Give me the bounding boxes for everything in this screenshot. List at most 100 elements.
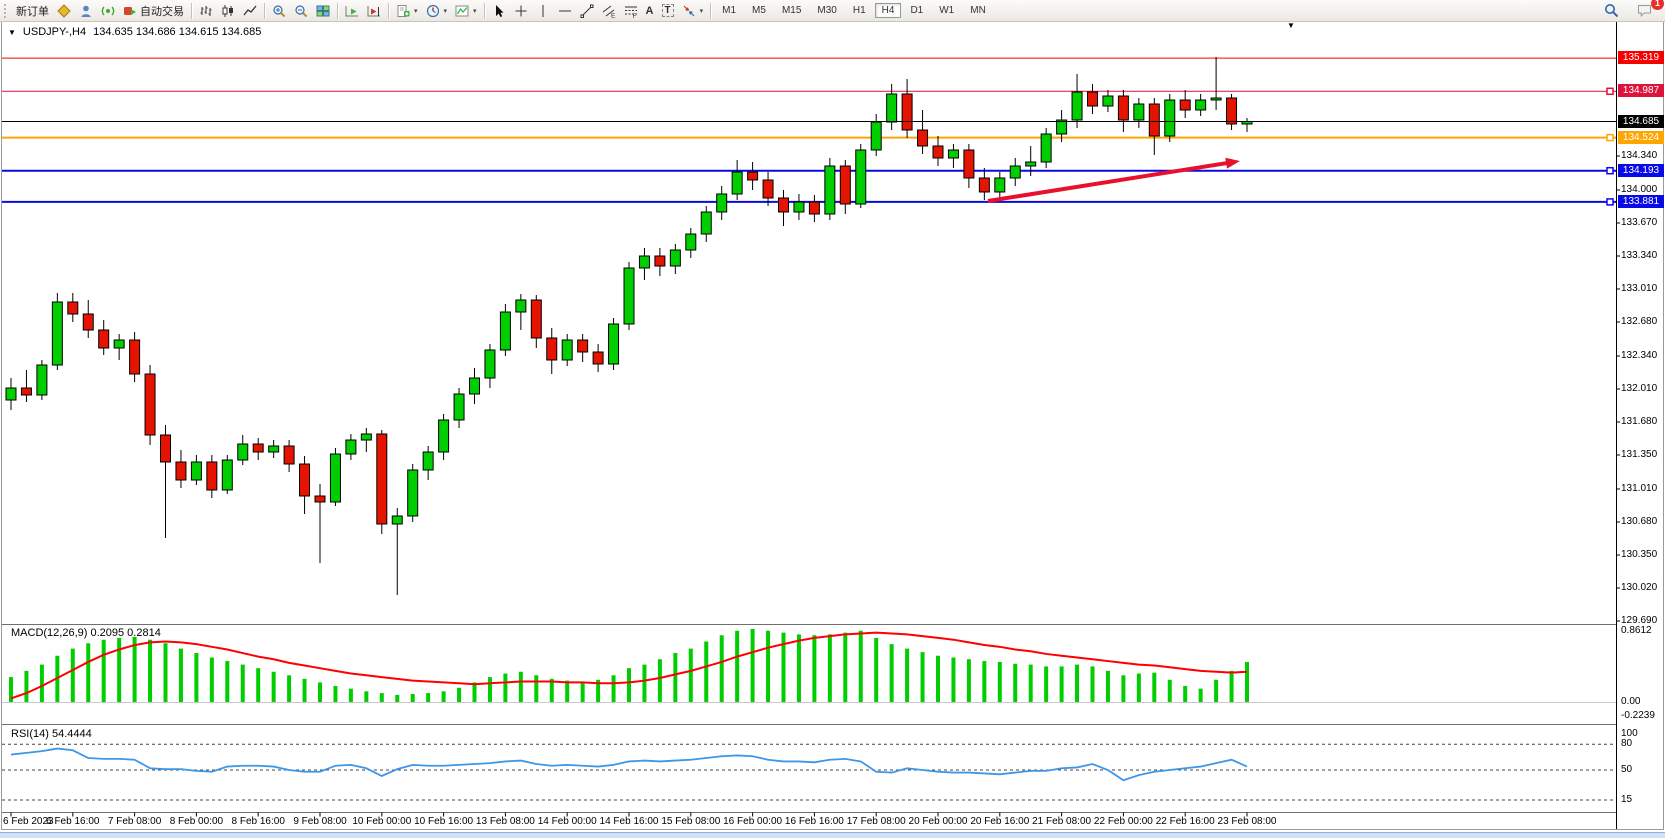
timeframe-m15-button[interactable]: M15 [775, 3, 808, 18]
price-tick-label: 132.340 [1621, 350, 1665, 361]
new-order-label: 新订单 [16, 3, 49, 19]
candlestick-chart-icon [221, 4, 235, 18]
time-axis-label: 14 Feb 00:00 [538, 816, 597, 827]
text-tool-icon: A [646, 5, 654, 17]
rsi-scale-label: 50 [1621, 764, 1665, 775]
vertical-line-button[interactable] [532, 2, 554, 20]
fibonacci-icon: F [624, 4, 638, 18]
price-line-label: 133.881 [1618, 195, 1664, 208]
time-axis-label: 10 Feb 00:00 [352, 816, 411, 827]
toolbar-separator [191, 3, 192, 19]
timeframe-group: M1M5M15M30H1H4D1W1MN [714, 3, 994, 18]
text-button[interactable]: A [642, 3, 658, 19]
search-icon [1604, 3, 1619, 18]
chevron-down-icon: ▾ [473, 7, 477, 15]
symbol-dropdown-icon[interactable]: ▼ [8, 28, 16, 37]
channel-letter: E [611, 12, 616, 18]
chart-canvas[interactable] [0, 0, 1665, 837]
timeframe-w1-button[interactable]: W1 [932, 3, 961, 18]
time-axis-label: 20 Feb 00:00 [909, 816, 968, 827]
timeframe-h1-button[interactable]: H1 [846, 3, 873, 18]
time-axis-label: 16 Feb 00:00 [723, 816, 782, 827]
bar-chart-button[interactable] [195, 2, 217, 20]
macd-scale-label: -0.2239 [1621, 710, 1665, 721]
toolbar-separator [710, 3, 711, 19]
time-axis-label: 22 Feb 16:00 [1156, 816, 1215, 827]
fibonacci-letter: F [632, 13, 636, 18]
tile-windows-button[interactable] [312, 2, 334, 20]
rsi-indicator-label: RSI(14) 54.4444 [11, 728, 92, 740]
time-axis-label: 7 Feb 08:00 [108, 816, 161, 827]
crosshair-icon [514, 4, 528, 18]
toolbar-separator [484, 3, 485, 19]
line-chart-button[interactable] [239, 2, 261, 20]
price-tick-label: 134.340 [1621, 150, 1665, 161]
new-chart-button[interactable]: ▾ [392, 2, 422, 20]
time-axis-label: 13 Feb 08:00 [476, 816, 535, 827]
trader-button[interactable] [75, 2, 97, 20]
horizontal-line-icon [558, 4, 572, 18]
chart-shift-icon [367, 4, 381, 18]
price-tick-label: 131.010 [1621, 483, 1665, 494]
channel-icon: E [602, 4, 616, 18]
signals-button[interactable] [97, 2, 119, 20]
profile-button[interactable] [53, 2, 75, 20]
price-tick-label: 133.340 [1621, 250, 1665, 261]
auto-scroll-button[interactable] [341, 2, 363, 20]
timeframe-h4-button[interactable]: H4 [875, 3, 902, 18]
chart-shift-button[interactable] [363, 2, 385, 20]
chart-title: ▼ USDJPY-,H4 134.635 134.686 134.615 134… [8, 26, 261, 38]
zoom-in-button[interactable] [268, 2, 290, 20]
price-tick-label: 132.680 [1621, 316, 1665, 327]
search-button[interactable] [1600, 1, 1623, 20]
timeframe-m30-button[interactable]: M30 [810, 3, 843, 18]
time-axis-label: 6 Feb 16:00 [46, 816, 99, 827]
macd-scale-label: 0.8612 [1621, 625, 1665, 636]
zoom-out-button[interactable] [290, 2, 312, 20]
channel-button[interactable]: E [598, 2, 620, 20]
price-tick-label: 132.010 [1621, 383, 1665, 394]
new-chart-icon [396, 4, 410, 18]
auto-scroll-icon [345, 4, 359, 18]
cursor-button[interactable] [488, 2, 510, 20]
price-tick-label: 133.010 [1621, 283, 1665, 294]
price-tick-label: 130.020 [1621, 582, 1665, 593]
vertical-line-icon [536, 4, 550, 18]
rsi-scale-label: 15 [1621, 794, 1665, 805]
price-line-label: 134.524 [1618, 131, 1664, 144]
chart-ohlc-values: 134.635 134.686 134.615 134.685 [93, 26, 261, 38]
crosshair-button[interactable] [510, 2, 532, 20]
notifications-button[interactable]: 1 [1633, 1, 1657, 20]
cursor-icon [492, 4, 506, 18]
candlestick-chart-button[interactable] [217, 2, 239, 20]
clock-button[interactable]: ▾ [422, 2, 452, 20]
macd-scale-label: 0.00 [1621, 696, 1665, 707]
indicators-button[interactable]: ▾ [451, 2, 481, 20]
bottom-scrollbar[interactable] [0, 832, 1665, 838]
timeframe-m5-button[interactable]: M5 [745, 3, 773, 18]
gold-diamond-icon [57, 4, 71, 18]
trendline-button[interactable] [576, 2, 598, 20]
time-axis-label: 8 Feb 16:00 [232, 816, 285, 827]
chart-shift-marker-icon[interactable]: ▼ [1287, 21, 1295, 30]
toolbar-grip[interactable] [4, 4, 8, 18]
horizontal-line-button[interactable] [554, 2, 576, 20]
text-label-icon: T [662, 4, 674, 17]
chevron-down-icon: ▾ [414, 7, 418, 15]
timeframe-m1-button[interactable]: M1 [715, 3, 743, 18]
timeframe-d1-button[interactable]: D1 [903, 3, 930, 18]
macd-indicator-label: MACD(12,26,9) 0.2095 0.2814 [11, 627, 161, 639]
notification-badge: 1 [1651, 0, 1664, 10]
autotrading-label: 自动交易 [140, 3, 184, 19]
price-line-label: 134.987 [1618, 84, 1664, 97]
indicators-icon [455, 4, 469, 18]
text-label-button[interactable]: T [658, 2, 678, 19]
fibonacci-button[interactable]: F [620, 2, 642, 20]
chart-symbol-period: USDJPY-,H4 [23, 26, 86, 38]
autotrading-button[interactable]: 自动交易 [119, 1, 188, 21]
new-order-button[interactable]: 新订单 [12, 1, 53, 21]
timeframe-mn-button[interactable]: MN [963, 3, 993, 18]
price-tick-label: 131.680 [1621, 416, 1665, 427]
arrow-tools-button[interactable]: ▾ [678, 2, 708, 20]
toolbar: 新订单 自动交易 ▾ ▾ [0, 0, 1665, 22]
